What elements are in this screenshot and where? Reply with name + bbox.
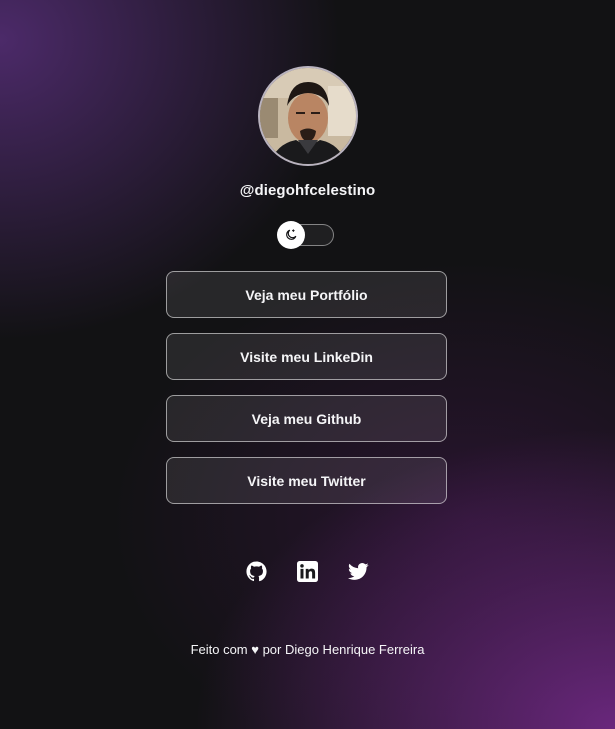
moon-icon bbox=[286, 229, 297, 240]
link-list: Veja meu Portfólio Visite meu LinkeDin V… bbox=[166, 271, 447, 519]
username: @diegohfcelestino bbox=[239, 182, 376, 199]
profile-section: @diegohfcelestino bbox=[0, 66, 615, 199]
app-container: @diegohfcelestino Veja meu Portfólio Vis… bbox=[0, 0, 615, 729]
twitter-social-link[interactable] bbox=[348, 561, 369, 582]
theme-toggle-switch[interactable] bbox=[277, 221, 334, 249]
footer-credit: Feito com ♥ por Diego Henrique Ferreira bbox=[190, 642, 425, 657]
social-links bbox=[0, 561, 615, 582]
linkedin-social-link[interactable] bbox=[297, 561, 318, 582]
github-link-button[interactable]: Veja meu Github bbox=[166, 395, 447, 442]
github-icon bbox=[246, 561, 267, 582]
twitter-link-button[interactable]: Visite meu Twitter bbox=[166, 457, 447, 504]
linkedin-link-button[interactable]: Visite meu LinkeDin bbox=[166, 333, 447, 380]
avatar-photo bbox=[259, 68, 356, 164]
switch-knob[interactable] bbox=[277, 221, 305, 249]
portfolio-link-button[interactable]: Veja meu Portfólio bbox=[166, 271, 447, 318]
github-social-link[interactable] bbox=[246, 561, 267, 582]
avatar bbox=[257, 66, 358, 166]
linkedin-icon bbox=[297, 561, 318, 582]
twitter-icon bbox=[348, 563, 369, 580]
